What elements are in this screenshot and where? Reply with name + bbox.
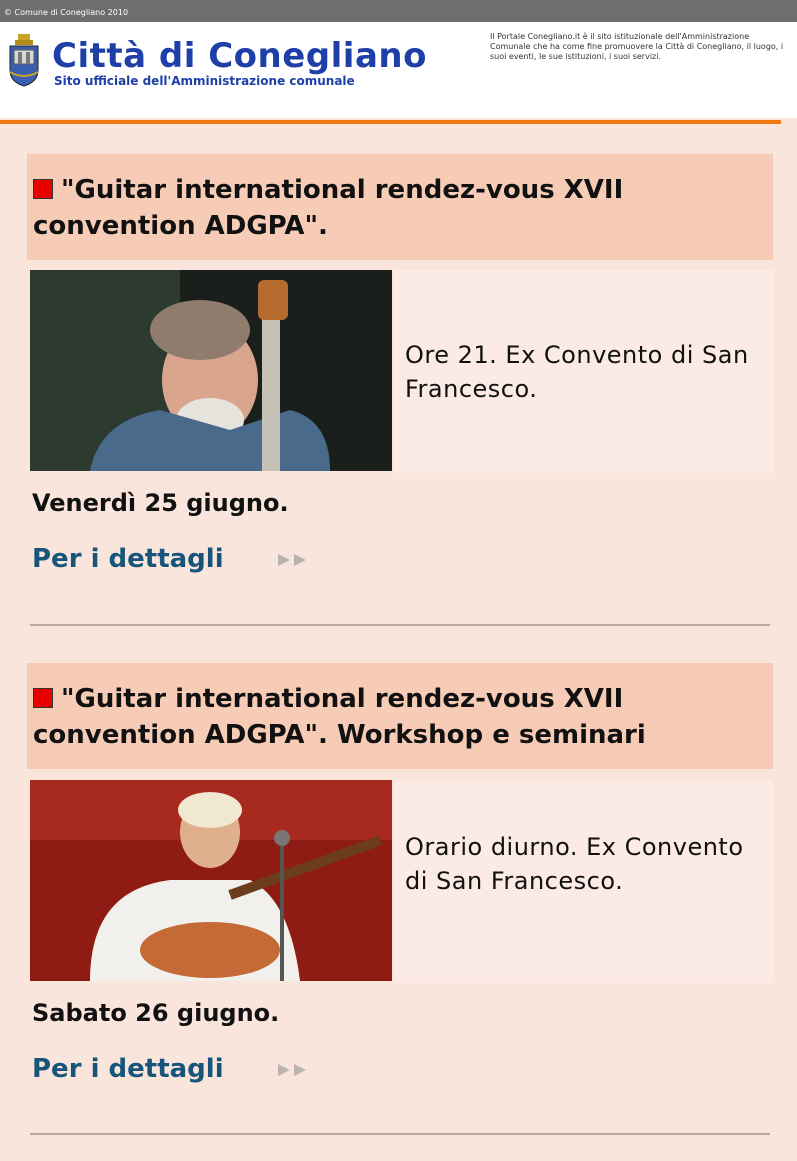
site-title[interactable]: Città di Conegliano bbox=[52, 36, 427, 76]
header-divider bbox=[0, 120, 781, 124]
event-title-text[interactable]: "Guitar international rendez-vous XVII c… bbox=[33, 684, 646, 750]
event-description-box: Orario diurno. Ex Convento di San France… bbox=[395, 780, 773, 983]
event-description-box: Ore 21. Ex Convento di San Francesco. bbox=[395, 270, 773, 473]
event-title-box: "Guitar international rendez-vous XVII c… bbox=[27, 154, 773, 260]
event-title-text[interactable]: "Guitar international rendez-vous XVII c… bbox=[33, 175, 623, 241]
details-link[interactable]: Per i dettagli bbox=[32, 543, 224, 575]
event-date: Sabato 26 giugno. bbox=[32, 999, 280, 1027]
topbar-copyright: © Comune di Conegliano 2010 bbox=[4, 8, 129, 17]
event-title-box: "Guitar international rendez-vous XVII c… bbox=[27, 663, 773, 769]
event-date: Venerdì 25 giugno. bbox=[32, 489, 289, 517]
event-description: Ore 21. Ex Convento di San Francesco. bbox=[405, 341, 749, 403]
event-description: Orario diurno. Ex Convento di San France… bbox=[405, 833, 744, 895]
top-bar: © Comune di Conegliano 2010 bbox=[0, 0, 797, 22]
event-title[interactable]: "Guitar international rendez-vous XVII c… bbox=[33, 172, 767, 244]
double-arrow-right-icon[interactable] bbox=[276, 553, 320, 567]
header-description: Il Portale Conegliano.it è il sito istit… bbox=[490, 32, 784, 61]
site-subtitle: Sito ufficiale dell'Amministrazione comu… bbox=[54, 74, 355, 88]
event-title[interactable]: "Guitar international rendez-vous XVII c… bbox=[33, 681, 767, 753]
city-crest-logo bbox=[9, 34, 39, 87]
event-divider bbox=[30, 1133, 770, 1135]
red-square-bullet-icon bbox=[33, 688, 53, 708]
double-arrow-right-icon[interactable] bbox=[276, 1063, 320, 1077]
red-square-bullet-icon bbox=[33, 179, 53, 199]
event-photo bbox=[30, 780, 392, 981]
event-divider bbox=[30, 624, 770, 626]
event-photo bbox=[30, 270, 392, 471]
details-link[interactable]: Per i dettagli bbox=[32, 1053, 224, 1085]
